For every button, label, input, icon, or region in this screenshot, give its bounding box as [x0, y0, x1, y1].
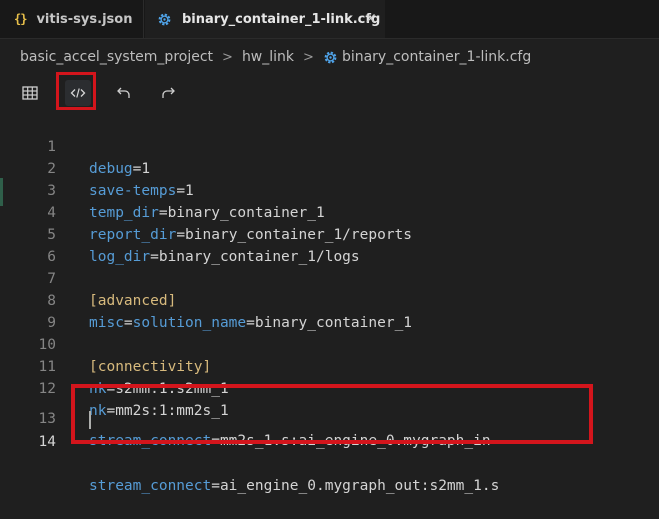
undo-button[interactable]: [111, 80, 137, 106]
code-line: 9: [0, 290, 659, 331]
code-line: 5 log_dir=binary_container_1/logs: [0, 202, 659, 265]
tab-vitis-sys-json[interactable]: {} vitis-sys.json: [0, 0, 144, 38]
code-line: 2 save-temps=1: [0, 136, 659, 199]
code-line: 6: [0, 224, 659, 265]
table-view-icon: [22, 86, 38, 100]
breadcrumb-item-folder[interactable]: hw_link: [242, 49, 294, 65]
gear-icon: [158, 13, 171, 25]
code-line: 8 misc=solution_name=binary_container_1: [0, 268, 659, 331]
breadcrumb-file-label: binary_container_1-link.cfg: [341, 49, 532, 65]
breadcrumb-item-file[interactable]: binary_container_1-link.cfg: [323, 49, 531, 65]
breadcrumb-item-project[interactable]: basic_accel_system_project: [20, 49, 213, 65]
redo-button[interactable]: [155, 80, 181, 106]
close-icon[interactable]: ×: [364, 9, 377, 27]
json-braces-icon: {}: [14, 12, 27, 26]
code-line: 10 [connectivity]: [0, 312, 659, 375]
code-line: 4 report_dir=binary_container_1/reports: [0, 180, 659, 243]
line-number: 14: [38, 434, 56, 450]
code-line: 7 [advanced]: [0, 246, 659, 309]
equals-sign: =: [211, 478, 220, 494]
highlight-box-code-view: [56, 72, 96, 110]
tab-binary-container-link-cfg[interactable]: binary_container_1-link.cfg ×: [145, 0, 385, 38]
table-view-button[interactable]: [17, 80, 43, 106]
gear-icon: [324, 51, 337, 63]
undo-icon: [117, 87, 130, 98]
code-line: 1 debug=1: [0, 114, 659, 177]
redo-icon: [162, 87, 175, 98]
breadcrumb-separator: >: [303, 49, 314, 65]
config-key: stream_connect: [89, 478, 212, 494]
tab-label: vitis-sys.json: [36, 11, 133, 27]
breadcrumb-separator: >: [222, 49, 233, 65]
editor-toolbar: [0, 72, 659, 112]
code-line: 11 nk=s2mm:1:s2mm_1: [0, 334, 659, 397]
code-line: 3 temp_dir=binary_container_1: [0, 158, 659, 221]
config-value: ai_engine_0.mygraph_out:s2mm_1.s: [219, 478, 500, 494]
tab-label: binary_container_1-link.cfg: [182, 11, 381, 27]
code-line: 12 nk=mm2s:1:mm2s_1: [0, 356, 659, 419]
highlight-box-stream-connect: [71, 384, 593, 444]
tab-bar-divider: [0, 38, 659, 39]
breadcrumb: basic_accel_system_project > hw_link > b…: [20, 44, 531, 70]
